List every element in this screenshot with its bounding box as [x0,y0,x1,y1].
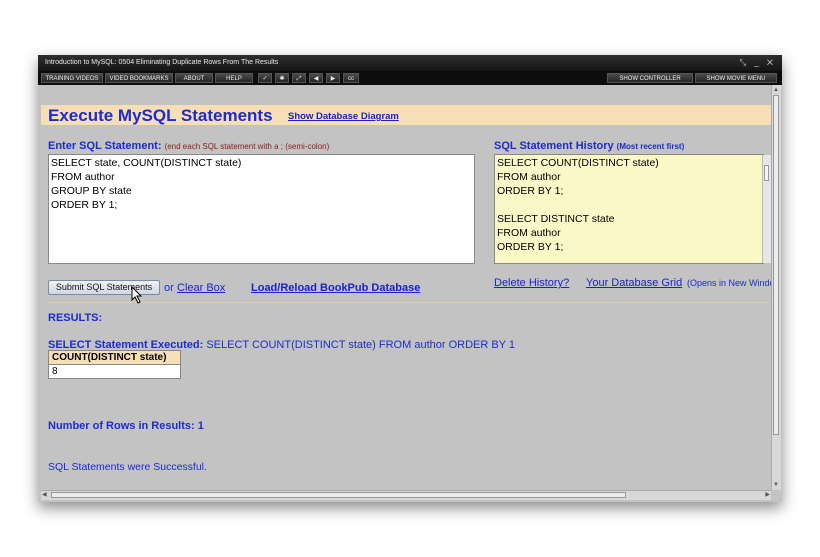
menu-video-bookmarks[interactable]: VIDEO BOOKMARKS [105,73,173,83]
menu-help[interactable]: HELP [215,73,253,83]
page-title: Execute MySQL Statements [48,106,273,125]
results-table: COUNT(DISTINCT state) 8 [48,350,181,379]
results-label: RESULTS: [48,312,103,324]
window-title: Introduction to MySQL: 0504 Eliminating … [45,59,279,66]
checkmark-icon[interactable]: ✓ [258,73,272,83]
or-text: or [164,282,174,294]
menu-bar: TRAINING VIDEOS VIDEO BOOKMARKS ABOUT HE… [38,71,782,85]
vertical-scrollbar[interactable]: ▲ ▼ [771,85,781,490]
database-grid-note: (Opens in New Windo [687,278,771,288]
results-cell: 8 [48,364,181,379]
database-grid-link[interactable]: Your Database Grid [586,277,682,289]
history-note: (Most recent first) [616,142,685,151]
expand-icon[interactable]: ⤢ [292,73,306,83]
captions-icon[interactable]: cc [343,73,359,83]
history-scroll-thumb[interactable] [764,165,769,181]
success-message: SQL Statements were Successful. [48,461,207,473]
settings-icon[interactable]: ✱ [275,73,289,83]
section-divider [48,302,770,303]
scroll-up-icon[interactable]: ▲ [773,86,779,94]
mouse-cursor-icon [131,286,143,304]
show-database-diagram-link[interactable]: Show Database Diagram [288,111,399,122]
vertical-scroll-thumb[interactable] [773,95,779,435]
history-scrollbar[interactable] [762,155,771,263]
enter-sql-note: (end each SQL statement with a ; (semi-c… [164,142,330,151]
enter-sql-label: Enter SQL Statement: (end each SQL state… [48,140,329,152]
title-bar: Introduction to MySQL: 0504 Eliminating … [38,55,782,71]
results-column-header: COUNT(DISTINCT state) [48,350,181,365]
horizontal-scroll-thumb[interactable] [51,492,626,498]
history-label: SQL Statement History (Most recent first… [494,140,684,152]
horizontal-scrollbar[interactable]: ◀ ▶ [41,490,771,500]
delete-history-link[interactable]: Delete History? [494,277,569,289]
previous-icon[interactable]: ◀ [309,73,323,83]
sql-input-textarea[interactable]: SELECT state, COUNT(DISTINCT state) FROM… [48,154,475,264]
results-header-row: COUNT(DISTINCT state) [48,350,181,365]
menu-show-movie-menu[interactable]: SHOW MOVIE MENU [695,73,777,83]
app-window: Introduction to MySQL: 0504 Eliminating … [38,55,782,502]
row-count-label: Number of Rows in Results: 1 [48,420,204,432]
scroll-right-icon[interactable]: ▶ [765,491,770,499]
history-textarea[interactable]: SELECT COUNT(DISTINCT state) FROM author… [494,154,764,264]
enter-sql-label-text: Enter SQL Statement: [48,140,162,152]
scroll-left-icon[interactable]: ◀ [42,491,47,499]
next-icon[interactable]: ▶ [326,73,340,83]
executed-sql: SELECT COUNT(DISTINCT state) FROM author… [206,339,516,351]
reload-database-link[interactable]: Load/Reload BookPub Database [251,282,420,294]
menu-about[interactable]: ABOUT [175,73,213,83]
menu-training-videos[interactable]: TRAINING VIDEOS [41,73,103,83]
window-controls[interactable]: ⤡ _ ✕ [740,55,776,71]
scroll-down-icon[interactable]: ▼ [773,481,779,489]
page-content: Execute MySQL Statements Show Database D… [41,85,771,490]
menu-show-controller[interactable]: SHOW CONTROLLER [607,73,693,83]
history-label-text: SQL Statement History [494,140,614,152]
table-row: 8 [48,364,181,379]
clear-box-link[interactable]: Clear Box [177,282,225,294]
